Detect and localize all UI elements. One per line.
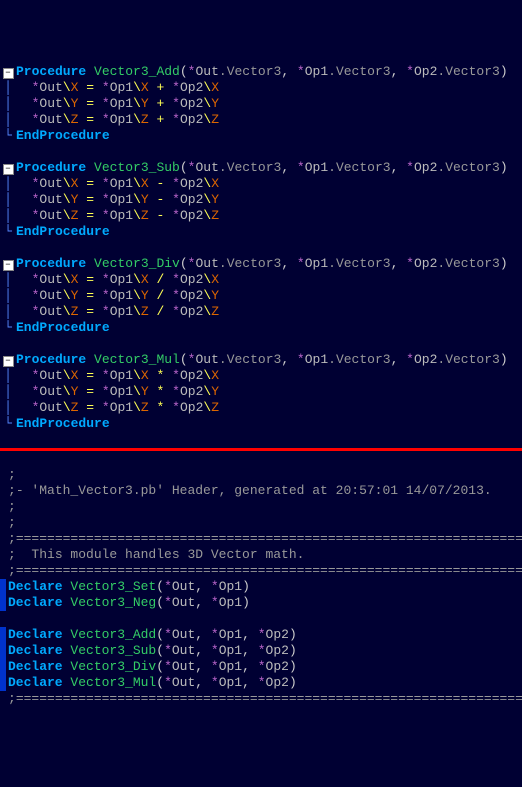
param-out: Out [195,256,218,271]
param-op2: Op2 [414,256,437,271]
declare-marker [0,675,6,691]
param-op2: Op2 [414,160,437,175]
procedure-name: Vector3_Div [94,256,180,271]
keyword-endprocedure: EndProcedure [16,224,110,239]
declare-marker [0,627,6,643]
param-op1: Op1 [305,160,328,175]
operator: * [157,384,165,399]
operator: * [157,368,165,383]
operator: - [157,176,165,191]
param-out: Out [195,160,218,175]
code-editor-upper: −Procedure Vector3_Add(*Out.Vector3, *Op… [0,64,522,432]
split-divider[interactable] [0,448,522,451]
fold-toggle[interactable]: − [0,160,16,176]
param-out: Out [195,64,218,79]
module-description: This module handles 3D Vector math. [16,547,305,562]
operator: + [157,96,165,111]
operator: / [157,272,165,287]
declare-marker [0,595,6,611]
param-op1: Op1 [305,256,328,271]
param-op1: Op1 [305,352,328,367]
fold-toggle[interactable]: − [0,352,16,368]
keyword-procedure: Procedure [16,256,86,271]
keyword-endprocedure: EndProcedure [16,416,110,431]
fold-toggle[interactable]: − [0,256,16,272]
param-op2: Op2 [414,64,437,79]
declare-marker [0,579,6,595]
fold-toggle[interactable]: − [0,64,16,80]
param-op1: Op1 [305,64,328,79]
declare-name: Vector3_Set [70,579,156,594]
keyword-declare: Declare [8,595,63,610]
code-editor-lower: ;;- 'Math_Vector3.pb' Header, generated … [0,467,522,707]
operator: * [157,400,165,415]
declare-marker [0,643,6,659]
procedure-name: Vector3_Mul [94,352,180,367]
declare-name: Vector3_Neg [70,595,156,610]
operator: - [157,208,165,223]
header-comment: - 'Math_Vector3.pb' Header, generated at… [16,483,492,498]
procedure-name: Vector3_Sub [94,160,180,175]
operator: + [157,112,165,127]
operator: - [157,192,165,207]
param-out: Out [195,352,218,367]
operator: + [157,80,165,95]
operator: / [157,288,165,303]
keyword-procedure: Procedure [16,160,86,175]
param-op2: Op2 [414,352,437,367]
keyword-endprocedure: EndProcedure [16,320,110,335]
keyword-endprocedure: EndProcedure [16,128,110,143]
declare-marker [0,659,6,675]
procedure-name: Vector3_Add [94,64,180,79]
operator: / [157,304,165,319]
keyword-procedure: Procedure [16,64,86,79]
keyword-procedure: Procedure [16,352,86,367]
keyword-declare: Declare [8,579,63,594]
